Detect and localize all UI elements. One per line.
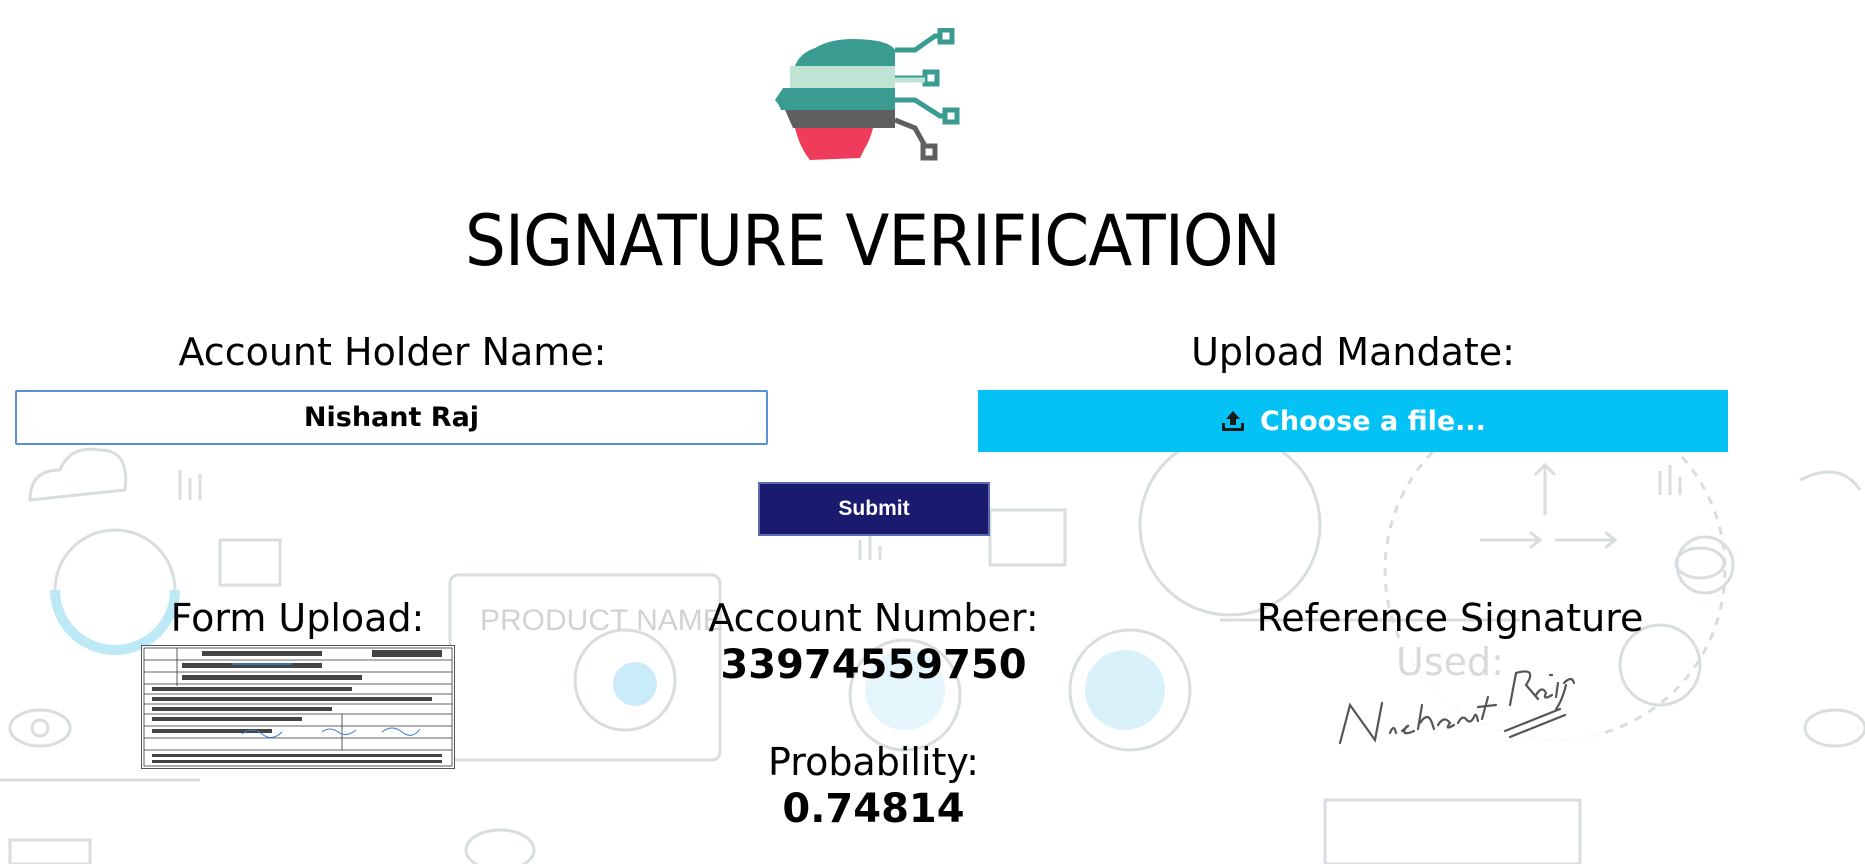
submit-button[interactable]: Submit (760, 484, 988, 534)
account-holder-name-label: Account Holder Name: (178, 330, 607, 374)
probability-value: 0.74814 (782, 786, 965, 832)
reference-signature-image (1320, 645, 1600, 770)
probability-label: Probability: (768, 740, 979, 784)
form-upload-label: Form Upload: (170, 596, 425, 640)
upload-mandate-label: Upload Mandate: (1191, 330, 1515, 374)
account-number-label: Account Number: (708, 596, 1039, 640)
ai-head-circuit-logo (775, 28, 960, 161)
uploaded-form-thumbnail (141, 645, 455, 769)
account-holder-name-input[interactable] (15, 390, 768, 445)
page-title: SIGNATURE VERIFICATION (465, 200, 1281, 282)
account-number-value: 33974559750 (720, 642, 1027, 688)
background-product-name-text: PRODUCT NAME (480, 604, 723, 637)
choose-file-button[interactable]: Choose a file... (978, 390, 1728, 452)
upload-tray-icon (1222, 411, 1245, 431)
choose-file-label: Choose a file... (1260, 405, 1486, 437)
